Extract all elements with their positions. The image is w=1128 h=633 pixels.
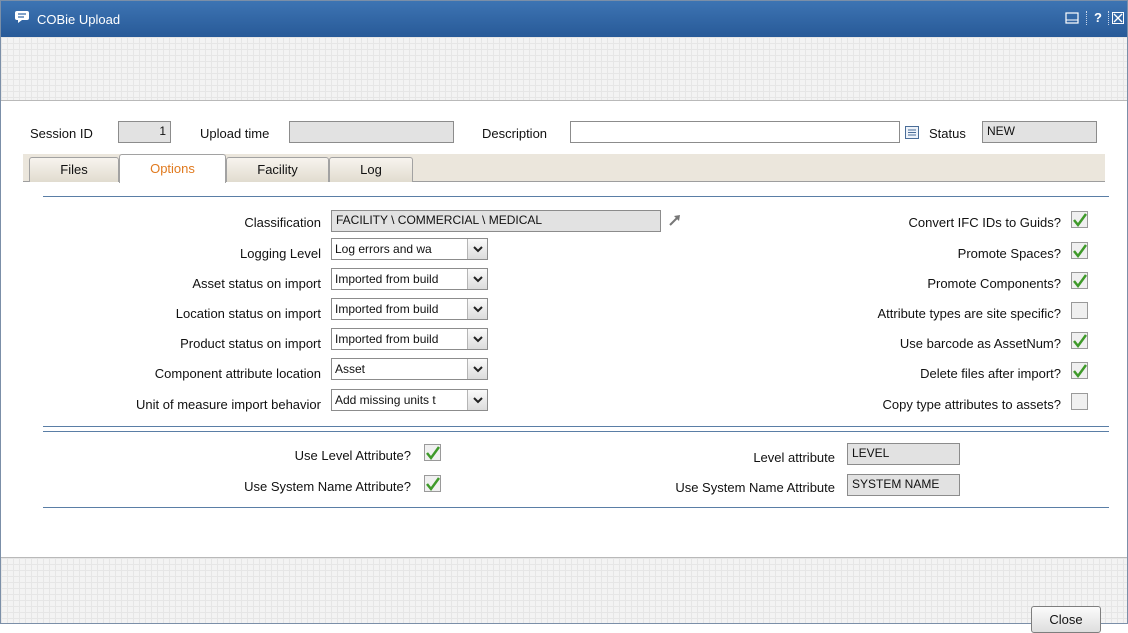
component-location-value: Asset [335, 362, 366, 376]
toolbar-area [1, 37, 1127, 101]
check-mark-icon [1073, 364, 1088, 379]
footer-bar: Close [1, 557, 1127, 633]
location-status-label: Location status on import [175, 306, 321, 321]
promote-spaces-checkbox[interactable] [1071, 242, 1088, 259]
component-location-label: Component attribute location [154, 366, 321, 381]
status-label: Status [929, 126, 966, 141]
dialog-icon [15, 11, 29, 23]
promote-spaces-label: Promote Spaces? [957, 246, 1061, 261]
barcode-assetnum-label: Use barcode as AssetNum? [899, 336, 1061, 351]
promote-components-checkbox[interactable] [1071, 272, 1088, 289]
session-id-label: Session ID [30, 126, 93, 141]
section-divider [43, 507, 1109, 508]
check-mark-icon [1073, 334, 1088, 349]
tab-log[interactable]: Log [329, 157, 413, 182]
upload-time-field [289, 121, 454, 143]
tab-facility[interactable]: Facility [226, 157, 329, 182]
cobie-upload-window: COBie Upload ? Session ID 1 Upload time … [0, 0, 1128, 633]
convert-ifc-label: Convert IFC IDs to Guids? [908, 215, 1061, 230]
location-status-value: Imported from build [335, 302, 439, 316]
unit-behavior-select[interactable]: Add missing units t [331, 389, 488, 411]
chevron-down-icon[interactable] [467, 329, 487, 349]
copy-type-attributes-checkbox[interactable] [1071, 393, 1088, 410]
long-description-icon[interactable] [905, 126, 919, 139]
unit-behavior-value: Add missing units t [335, 393, 436, 407]
section-divider [43, 196, 1109, 197]
detail-arrow-icon[interactable] [668, 213, 682, 227]
asset-status-label: Asset status on import [192, 276, 321, 291]
help-button[interactable]: ? [1091, 9, 1105, 27]
site-specific-checkbox[interactable] [1071, 302, 1088, 319]
tab-files[interactable]: Files [29, 157, 119, 182]
use-system-name-checkbox[interactable] [424, 475, 441, 492]
use-level-checkbox[interactable] [424, 444, 441, 461]
chevron-down-icon[interactable] [467, 239, 487, 259]
section-divider [43, 426, 1109, 427]
use-system-name-label: Use System Name Attribute? [244, 479, 411, 494]
status-field: NEW [982, 121, 1097, 143]
title-separator [1086, 11, 1087, 25]
use-level-label: Use Level Attribute? [294, 448, 411, 463]
classification-field: FACILITY \ COMMERCIAL \ MEDICAL [331, 210, 661, 232]
check-mark-icon [426, 477, 441, 492]
unit-behavior-label: Unit of measure import behavior [136, 397, 321, 412]
promote-components-label: Promote Components? [927, 276, 1061, 291]
system-name-attribute-label: Use System Name Attribute [675, 480, 835, 495]
chevron-down-icon[interactable] [467, 359, 487, 379]
check-mark-icon [1073, 244, 1088, 259]
logging-level-label: Logging Level [240, 246, 321, 261]
tab-options[interactable]: Options [119, 154, 226, 183]
title-separator [1108, 11, 1109, 25]
product-status-select[interactable]: Imported from build [331, 328, 488, 350]
check-mark-icon [1073, 274, 1088, 289]
chevron-down-icon[interactable] [467, 299, 487, 319]
logging-level-select[interactable]: Log errors and wa [331, 238, 488, 260]
delete-files-label: Delete files after import? [920, 366, 1061, 381]
asset-status-select[interactable]: Imported from build [331, 268, 488, 290]
close-button[interactable]: Close [1031, 606, 1101, 633]
upload-time-label: Upload time [200, 126, 270, 141]
check-mark-icon [1073, 213, 1088, 228]
product-status-label: Product status on import [180, 336, 321, 351]
chevron-down-icon[interactable] [467, 390, 487, 410]
description-input[interactable] [570, 121, 900, 143]
tab-strip: Files Options Facility Log [23, 154, 1105, 183]
convert-ifc-checkbox[interactable] [1071, 211, 1088, 228]
product-status-value: Imported from build [335, 332, 439, 346]
delete-files-checkbox[interactable] [1071, 362, 1088, 379]
barcode-assetnum-checkbox[interactable] [1071, 332, 1088, 349]
check-mark-icon [426, 446, 441, 461]
logging-level-value: Log errors and wa [335, 242, 432, 256]
classification-label: Classification [244, 215, 321, 230]
title-bar: COBie Upload ? [1, 1, 1127, 37]
level-attribute-field: LEVEL [847, 443, 960, 465]
window-title: COBie Upload [37, 12, 121, 27]
level-attribute-label: Level attribute [753, 450, 835, 465]
description-label: Description [482, 126, 548, 141]
section-divider [43, 431, 1109, 432]
location-status-select[interactable]: Imported from build [331, 298, 488, 320]
component-location-select[interactable]: Asset [331, 358, 488, 380]
asset-status-value: Imported from build [335, 272, 439, 286]
copy-type-attributes-label: Copy type attributes to assets? [882, 397, 1061, 412]
close-window-icon[interactable] [1111, 9, 1125, 27]
system-name-attribute-field: SYSTEM NAME [847, 474, 960, 496]
chevron-down-icon[interactable] [467, 269, 487, 289]
site-specific-label: Attribute types are site specific? [877, 306, 1061, 321]
minimize-window-icon[interactable] [1063, 9, 1081, 27]
session-id-field: 1 [118, 121, 171, 143]
